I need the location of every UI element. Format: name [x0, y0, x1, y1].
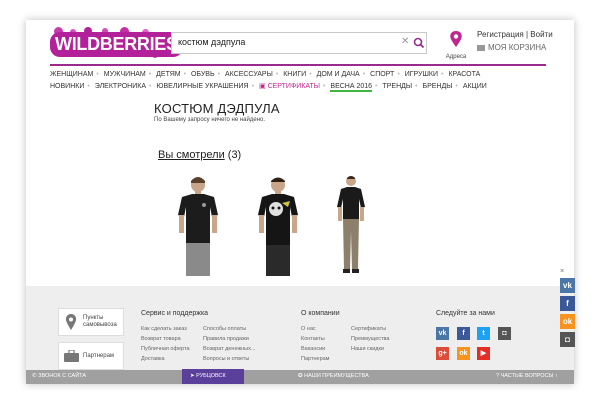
address-link[interactable]: Адреса: [441, 30, 471, 60]
nav-item-men[interactable]: МУЖЧИНАМ: [104, 71, 146, 78]
address-label: Адреса: [445, 54, 467, 60]
nav-row-2: НОВИНКИ • ЭЛЕКТРОНИКА • ЮВЕЛИРНЫЕ УКРАШЕНИ…: [50, 82, 487, 92]
footer-link[interactable]: Способы оплаты: [203, 326, 246, 332]
footer-link[interactable]: Доставка: [141, 356, 165, 362]
follow-title: Следуйте за нами: [436, 310, 495, 317]
cart-icon: [477, 44, 485, 51]
side-instagram-icon[interactable]: ◘: [560, 332, 575, 347]
company-title: О компании: [301, 310, 340, 317]
nav-item-brands[interactable]: БРЕНДЫ: [422, 83, 452, 90]
nav-item-electronics[interactable]: ЭЛЕКТРОНИКА: [95, 83, 146, 90]
nav-divider: [50, 64, 546, 66]
footer-link[interactable]: Сертификаты: [351, 326, 386, 332]
footer-link[interactable]: О нас: [301, 326, 316, 332]
footer-link[interactable]: Возврат денежных...: [203, 346, 255, 352]
footer-link[interactable]: Преимущества: [351, 336, 389, 342]
close-icon[interactable]: ×: [560, 268, 564, 275]
nav-item-beauty[interactable]: КРАСОТА: [448, 71, 480, 78]
logo-text: WILDBERRIES: [50, 32, 183, 57]
product-card-3[interactable]: [313, 173, 389, 276]
search-input[interactable]: костюм дэдпула: [178, 37, 245, 47]
googleplus-icon[interactable]: g+: [436, 347, 449, 360]
nav-item-kids[interactable]: ДЕТЯМ: [156, 71, 180, 78]
product-image-3: [337, 176, 365, 273]
cart-label: МОЯ КОРЗИНА: [488, 43, 547, 52]
side-ok-icon[interactable]: ok: [560, 314, 575, 329]
footer-link[interactable]: Как сделать заказ: [141, 326, 187, 332]
nav-item-toys[interactable]: ИГРУШКИ: [405, 71, 438, 78]
search-icon[interactable]: [413, 36, 425, 50]
footer-link[interactable]: Наши скидки: [351, 346, 384, 352]
not-found-message: По Вашему запросу ничего не найдено.: [154, 117, 266, 123]
page: WILDBERRIES костюм дэдпула ✕ Адреса Реги…: [26, 20, 574, 384]
nav-item-sales[interactable]: АКЦИИ: [463, 83, 487, 90]
nav-item-certificates[interactable]: ▣ СЕРТИФИКАТЫ: [259, 82, 320, 90]
side-facebook-icon[interactable]: f: [560, 296, 575, 311]
wildberries-logo[interactable]: WILDBERRIES: [50, 27, 183, 61]
product-image-2: [258, 177, 298, 276]
search-box[interactable]: костюм дэдпула ✕: [171, 32, 427, 54]
side-vk-icon[interactable]: vk: [560, 278, 575, 293]
nav-row-1: ЖЕНЩИНАМ • МУЖЧИНАМ • ДЕТЯМ • ОБУВЬ • АКСЕСС…: [50, 71, 481, 78]
partners-button[interactable]: Партнерам: [58, 342, 124, 370]
facebook-icon[interactable]: f: [457, 327, 470, 340]
nav-item-trends[interactable]: ТРЕНДЫ: [382, 83, 412, 90]
auth-links[interactable]: Регистрация | Войти: [477, 30, 553, 39]
partners-label: Партнерам: [83, 353, 115, 359]
faq-button[interactable]: ? ЧАСТЫЕ ВОПРОСЫ ↑: [496, 373, 558, 379]
nav-item-shoes[interactable]: ОБУВЬ: [191, 71, 215, 78]
product-card-2[interactable]: [240, 173, 316, 276]
footer-link[interactable]: Вакансии: [301, 346, 325, 352]
vk-icon[interactable]: vk: [436, 327, 449, 340]
nav-item-women[interactable]: ЖЕНЩИНАМ: [50, 71, 93, 78]
youtube-icon[interactable]: ▶: [477, 347, 490, 360]
location-icon: [65, 314, 77, 330]
nav-item-accessories[interactable]: АКСЕССУАРЫ: [225, 71, 273, 78]
footer-link[interactable]: Правила продажи: [203, 336, 249, 342]
callback-button[interactable]: ✆ ЗВОНОК С САЙТА: [32, 373, 86, 379]
clear-icon[interactable]: ✕: [401, 36, 409, 47]
nav-item-spring[interactable]: ВЕСНА 2016: [330, 83, 373, 92]
service-title: Сервис и поддержка: [141, 310, 209, 317]
nav-item-new[interactable]: НОВИНКИ: [50, 83, 84, 90]
odnoklassniki-icon[interactable]: ok: [457, 347, 470, 360]
viewed-link[interactable]: Вы смотрели: [158, 149, 225, 161]
bottom-bar: ✆ ЗВОНОК С САЙТА ✪ НАШИ ПРЕИМУЩЕСТВА ? Ч…: [26, 370, 574, 384]
city-button[interactable]: ➤ РУБЦОВСК: [182, 369, 244, 384]
product-image-1: [178, 177, 218, 276]
viewed-heading: Вы смотрели (3): [158, 149, 241, 161]
product-card-1[interactable]: [160, 173, 236, 276]
nav-item-home[interactable]: ДОМ И ДАЧА: [317, 71, 360, 78]
map-pin-icon: [450, 31, 462, 47]
page-title: КОСТЮМ ДЭДПУЛА: [154, 101, 280, 116]
footer-link[interactable]: Публичная оферта: [141, 346, 190, 352]
footer-link[interactable]: Вопросы и ответы: [203, 356, 249, 362]
twitter-icon[interactable]: t: [477, 327, 490, 340]
footer-link[interactable]: Контакты: [301, 336, 325, 342]
footer-link[interactable]: Партнерам: [301, 356, 329, 362]
pickup-points-button[interactable]: Пункты самовывоза: [58, 308, 124, 336]
footer-link[interactable]: Возврат товара: [141, 336, 181, 342]
briefcase-icon: [64, 350, 79, 362]
pickup-label: Пункты самовывоза: [83, 315, 117, 328]
city-label: ➤ РУБЦОВСК: [190, 373, 226, 379]
arrow-up-icon: ↑: [553, 373, 558, 379]
gift-icon: ▣: [259, 83, 268, 90]
advantages-button[interactable]: ✪ НАШИ ПРЕИМУЩЕСТВА: [298, 373, 369, 379]
nav-item-sport[interactable]: СПОРТ: [370, 71, 394, 78]
nav-item-jewelry[interactable]: ЮВЕЛИРНЫЕ УКРАШЕНИЯ: [156, 83, 248, 90]
nav-item-books[interactable]: КНИГИ: [283, 71, 306, 78]
cart-link[interactable]: МОЯ КОРЗИНА: [477, 43, 546, 52]
instagram-icon[interactable]: ◘: [498, 327, 511, 340]
viewed-count: (3): [227, 149, 242, 161]
